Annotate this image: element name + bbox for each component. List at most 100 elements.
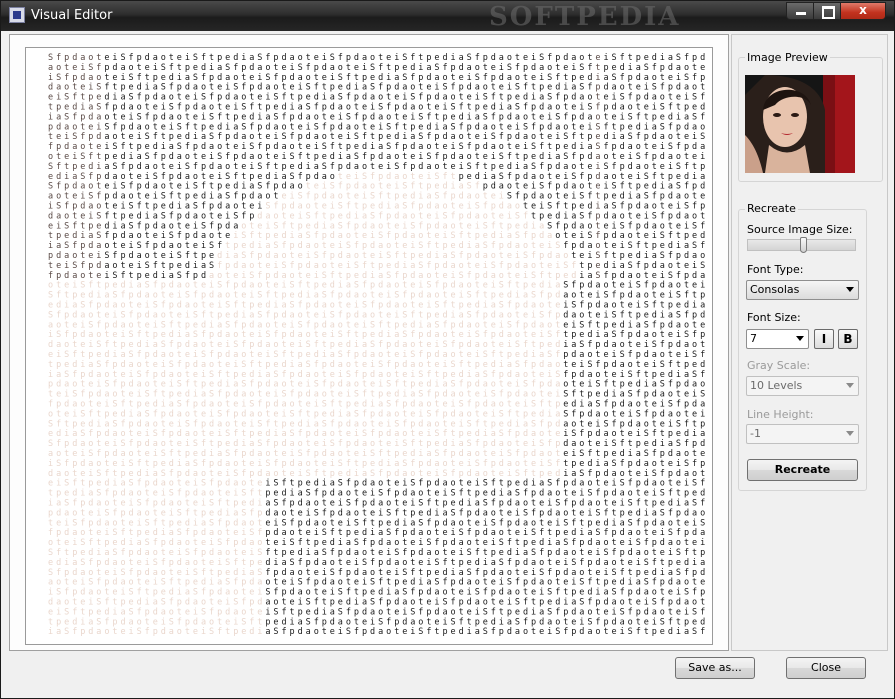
ascii-char: e	[273, 231, 278, 241]
ascii-char: p	[652, 627, 657, 637]
ascii-char: o	[378, 221, 383, 231]
ascii-char: i	[241, 400, 246, 410]
bold-toggle-button[interactable]: B	[838, 329, 858, 349]
ascii-char: d	[169, 588, 174, 598]
ascii-char: p	[241, 192, 246, 202]
ascii-char: a	[668, 538, 673, 548]
ascii-char: S	[185, 162, 190, 172]
ascii-char: t	[249, 221, 254, 231]
italic-toggle-button[interactable]: I	[814, 329, 834, 349]
ascii-char: i	[48, 241, 53, 251]
ascii-char: i	[201, 627, 206, 637]
ascii-char: i	[523, 142, 528, 152]
ascii-art-output[interactable]: SfpdaoteiSfpdaoteiSftpediaSfpdaoteiSfpda…	[25, 47, 713, 645]
ascii-char: i	[209, 449, 214, 459]
ascii-char: e	[48, 93, 53, 103]
ascii-char: f	[153, 538, 158, 548]
ascii-char: a	[265, 241, 270, 251]
ascii-char: e	[467, 172, 472, 182]
ascii-char: p	[249, 558, 254, 568]
ascii-char: p	[233, 370, 238, 380]
ascii-char: S	[290, 281, 295, 291]
ascii-char: t	[290, 479, 295, 489]
ascii-char: d	[523, 93, 528, 103]
ascii-char: S	[620, 350, 625, 360]
ascii-char: f	[104, 489, 109, 499]
ascii-char: i	[112, 53, 117, 63]
ascii-char: t	[660, 202, 665, 212]
ascii-char: f	[684, 182, 689, 192]
ascii-char: e	[282, 63, 287, 73]
ascii-char: o	[595, 112, 600, 122]
ascii-char: e	[145, 449, 150, 459]
ascii-char: f	[249, 251, 254, 261]
ascii-char: i	[48, 370, 53, 380]
ascii-char: p	[668, 301, 673, 311]
ascii-char: e	[64, 152, 69, 162]
ascii-char: f	[443, 429, 448, 439]
ascii-char: d	[459, 578, 464, 588]
ascii-char: f	[660, 340, 665, 350]
line-height-select[interactable]: -1	[746, 424, 859, 444]
ascii-char: p	[362, 370, 367, 380]
maximize-button[interactable]	[813, 2, 841, 20]
ascii-char: p	[451, 578, 456, 588]
ascii-char: p	[314, 63, 319, 73]
recreate-button[interactable]: Recreate	[747, 459, 858, 481]
ascii-char: t	[257, 489, 262, 499]
ascii-char: d	[249, 370, 254, 380]
ascii-char: t	[676, 390, 681, 400]
ascii-char: f	[523, 83, 528, 93]
ascii-char: a	[668, 152, 673, 162]
ascii-char: e	[386, 439, 391, 449]
ascii-char: f	[668, 122, 673, 132]
ascii-char: t	[145, 489, 150, 499]
ascii-char: a	[330, 479, 335, 489]
ascii-char: d	[137, 291, 142, 301]
ascii-char: p	[129, 548, 134, 558]
gray-scale-select[interactable]: 10 Levels	[746, 376, 859, 396]
ascii-char: t	[314, 330, 319, 340]
ascii-char: d	[676, 469, 681, 479]
minimize-button[interactable]	[786, 2, 814, 20]
ascii-char: a	[394, 73, 399, 83]
ascii-char: S	[483, 241, 488, 251]
close-window-button[interactable]: x	[840, 2, 886, 20]
ascii-char: a	[225, 459, 230, 469]
ascii-char: S	[700, 132, 705, 142]
ascii-char: i	[56, 607, 61, 617]
ascii-char: a	[515, 370, 520, 380]
ascii-char: S	[676, 568, 681, 578]
ascii-char: a	[330, 93, 335, 103]
font-size-select[interactable]: 7	[746, 329, 809, 349]
close-button[interactable]: Close	[786, 657, 866, 679]
ascii-char: S	[579, 320, 584, 330]
font-type-select[interactable]: Consolas	[746, 280, 859, 300]
ascii-char: f	[330, 162, 335, 172]
ascii-char: S	[112, 548, 117, 558]
ascii-char: a	[314, 291, 319, 301]
ascii-char: e	[80, 83, 85, 93]
ascii-char: S	[467, 162, 472, 172]
ascii-char: d	[290, 459, 295, 469]
ascii-char: e	[483, 152, 488, 162]
source-size-slider-thumb[interactable]	[800, 237, 807, 253]
save-as-button[interactable]: Save as...	[675, 657, 755, 679]
ascii-char: d	[595, 429, 600, 439]
ascii-char: p	[257, 122, 262, 132]
ascii-char: e	[56, 518, 61, 528]
chevron-down-icon	[846, 287, 854, 292]
ascii-char: e	[48, 172, 53, 182]
ascii-char: p	[80, 370, 85, 380]
ascii-char: f	[628, 350, 633, 360]
ascii-char: a	[56, 469, 61, 479]
ascii-char: e	[434, 489, 439, 499]
ascii-char: t	[483, 63, 488, 73]
ascii-char: f	[362, 409, 367, 419]
ascii-char: S	[692, 627, 697, 637]
ascii-char: i	[48, 112, 53, 122]
ascii-char: d	[153, 528, 158, 538]
ascii-char: p	[185, 360, 190, 370]
title-bar[interactable]: Visual Editor SOFTPEDIA x	[1, 1, 894, 32]
ascii-char: f	[587, 83, 592, 93]
